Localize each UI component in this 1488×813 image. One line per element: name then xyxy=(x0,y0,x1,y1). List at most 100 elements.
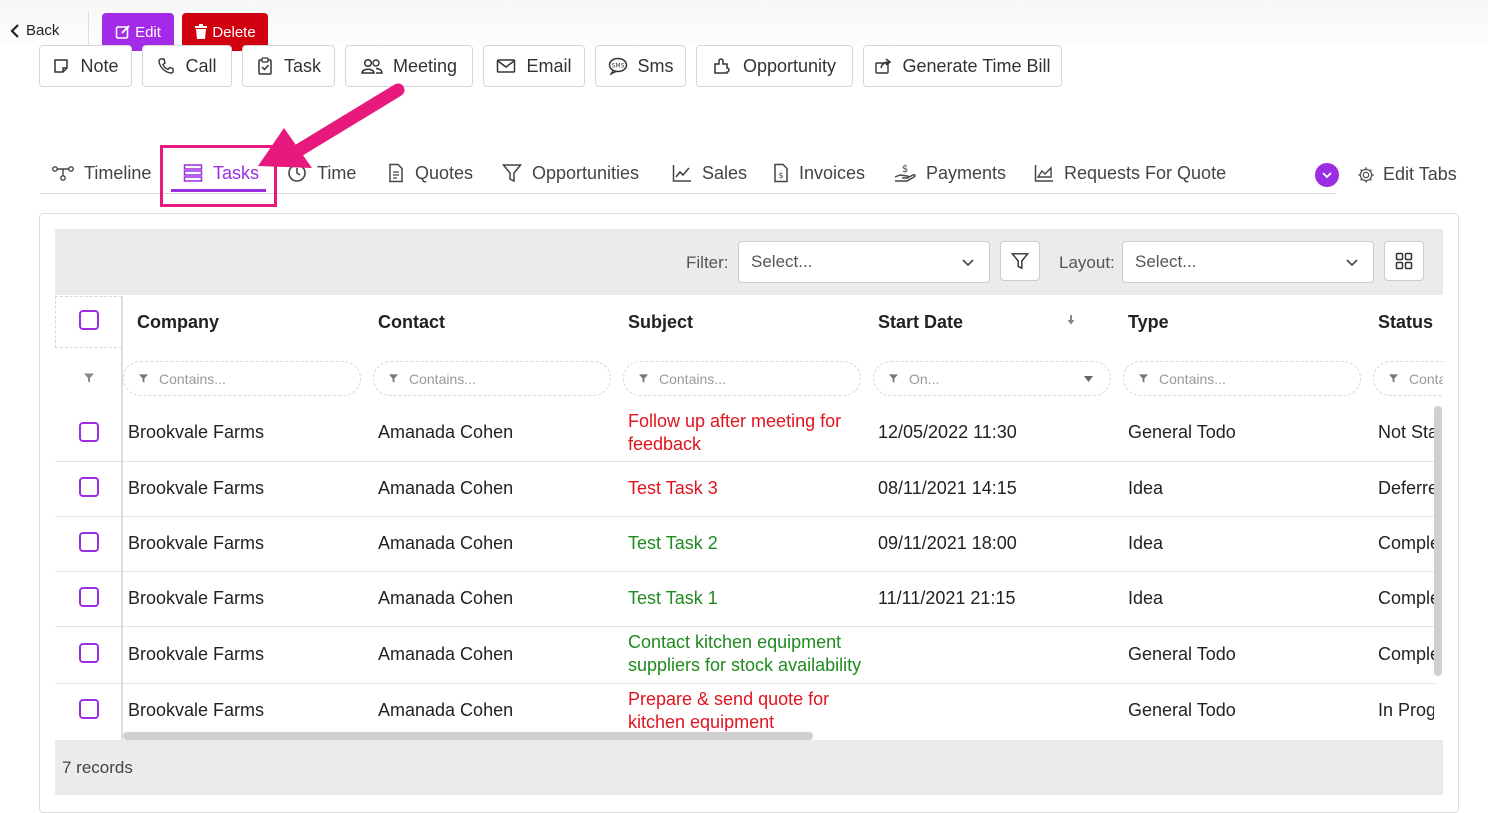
sms-bubble-icon: SMS xyxy=(608,57,627,75)
grid-icon xyxy=(1395,252,1413,270)
cell-type: Idea xyxy=(1128,588,1164,608)
row-divider xyxy=(55,461,1435,462)
share-icon xyxy=(875,58,892,74)
filter-start-date[interactable]: On... xyxy=(873,361,1111,396)
filter-button[interactable] xyxy=(1000,241,1040,281)
cell-subject[interactable]: Test Task 2 xyxy=(628,532,868,555)
edit-tabs-button[interactable]: Edit Tabs xyxy=(1357,164,1457,185)
chevron-down-icon xyxy=(962,259,974,267)
cell-subject[interactable]: Prepare & send quote for kitchen equipme… xyxy=(628,688,868,731)
cell-contact: Amanada Cohen xyxy=(378,588,514,608)
filter-company[interactable]: Contains... xyxy=(123,361,361,396)
tab-opportunities[interactable]: Opportunities xyxy=(502,160,639,186)
tab-payments[interactable]: $ Payments xyxy=(894,160,1006,186)
filter-contact[interactable]: Contains... xyxy=(373,361,611,396)
back-button[interactable]: Back xyxy=(10,22,59,39)
filter-subject[interactable]: Contains... xyxy=(623,361,861,396)
more-tabs-button[interactable] xyxy=(1315,163,1339,187)
filter-type-placeholder: Contains... xyxy=(1159,370,1226,387)
cell-type: General Todo xyxy=(1128,700,1236,720)
cell-subject[interactable]: Test Task 1 xyxy=(628,587,868,610)
filter-status-placeholder: Contains... xyxy=(1409,370,1443,387)
document-icon xyxy=(389,163,403,183)
sms-button[interactable]: SMS Sms xyxy=(595,45,686,87)
row-checkbox[interactable] xyxy=(79,532,99,552)
table-row[interactable]: Brookvale Farms Amanada Cohen Prepare & … xyxy=(55,684,1435,731)
invoice-icon: $ xyxy=(774,163,788,183)
cell-subject[interactable]: Contact kitchen equipment suppliers for … xyxy=(628,631,868,677)
column-header-type[interactable]: Type xyxy=(1128,312,1169,333)
filter-select-value: Select... xyxy=(751,252,813,271)
column-header-status[interactable]: Status xyxy=(1378,312,1433,333)
funnel-icon xyxy=(888,374,899,383)
filter-contact-placeholder: Contains... xyxy=(409,370,476,387)
task-label: Task xyxy=(283,55,321,76)
tab-invoices[interactable]: $ Invoices xyxy=(773,160,865,186)
cell-subject[interactable]: Follow up after meeting for feedback xyxy=(628,410,868,456)
column-header-start-date[interactable]: Start Date xyxy=(878,312,963,333)
tab-requests-for-quote[interactable]: Requests For Quote xyxy=(1034,160,1226,186)
hand-dollar-icon: $ xyxy=(894,164,916,182)
call-button[interactable]: Call xyxy=(142,45,232,87)
row-checkbox[interactable] xyxy=(79,643,99,663)
tab-requests-for-quote-label: Requests For Quote xyxy=(1064,162,1227,183)
filter-select[interactable]: Select... xyxy=(738,241,990,283)
cell-start-date: 09/11/2021 18:00 xyxy=(878,533,1017,553)
opportunity-button[interactable]: Opportunity xyxy=(696,45,853,87)
grid-footer: 7 records xyxy=(55,740,1443,795)
caret-down-icon xyxy=(1084,376,1093,382)
meeting-button[interactable]: Meeting xyxy=(345,45,473,87)
cell-type: Idea xyxy=(1128,533,1164,553)
cell-contact: Amanada Cohen xyxy=(378,644,514,664)
edit-icon xyxy=(115,25,130,39)
note-icon xyxy=(54,59,69,73)
tab-time[interactable]: Time xyxy=(287,160,356,186)
tasks-tab-highlight xyxy=(160,145,277,207)
task-button[interactable]: Task xyxy=(242,45,335,87)
puzzle-icon xyxy=(714,58,730,74)
funnel-icon xyxy=(138,374,149,383)
horizontal-scrollbar[interactable] xyxy=(123,732,813,740)
cell-subject[interactable]: Test Task 3 xyxy=(628,477,868,500)
chevron-down-icon xyxy=(1346,259,1358,267)
gear-icon xyxy=(1358,166,1374,183)
email-button[interactable]: Email xyxy=(483,45,585,87)
layout-select[interactable]: Select... xyxy=(1122,241,1374,283)
row-checkbox[interactable] xyxy=(79,422,99,442)
row-checkbox[interactable] xyxy=(79,699,99,719)
email-label: Email xyxy=(526,55,572,76)
chevron-down-icon xyxy=(1322,172,1332,179)
generate-time-bill-button[interactable]: Generate Time Bill xyxy=(863,45,1062,87)
row-checkbox[interactable] xyxy=(79,587,99,607)
column-header-company[interactable]: Company xyxy=(137,312,219,333)
generate-time-bill-label: Generate Time Bill xyxy=(902,55,1051,76)
tab-sales[interactable]: Sales xyxy=(672,160,747,186)
filter-status[interactable]: Contains... xyxy=(1373,361,1443,396)
sort-down-icon[interactable] xyxy=(1066,314,1076,326)
tab-quotes[interactable]: Quotes xyxy=(387,160,473,186)
meeting-label: Meeting xyxy=(392,55,458,76)
call-label: Call xyxy=(185,55,217,76)
filter-status-clip: Contains... xyxy=(1373,361,1443,396)
column-header-subject[interactable]: Subject xyxy=(628,312,693,333)
row-divider xyxy=(55,516,1435,517)
row-checkbox[interactable] xyxy=(79,477,99,497)
filter-type[interactable]: Contains... xyxy=(1123,361,1361,396)
select-all-checkbox[interactable] xyxy=(79,310,99,330)
tab-time-label: Time xyxy=(317,162,357,183)
cell-contact: Amanada Cohen xyxy=(378,700,514,720)
filter-label: Filter: xyxy=(686,253,729,272)
column-header-contact[interactable]: Contact xyxy=(378,312,445,333)
phone-icon xyxy=(158,58,175,74)
tab-timeline[interactable]: Timeline xyxy=(52,160,151,186)
back-label: Back xyxy=(26,22,60,39)
layout-grid-button[interactable] xyxy=(1384,241,1424,281)
cell-status: In Progress xyxy=(1378,700,1434,720)
tab-opportunities-label: Opportunities xyxy=(532,162,640,183)
note-button[interactable]: Note xyxy=(39,45,132,87)
cell-contact: Amanada Cohen xyxy=(378,478,514,498)
cell-company: Brookvale Farms xyxy=(128,700,265,720)
records-count: 7 records xyxy=(62,757,133,777)
vertical-scrollbar[interactable] xyxy=(1434,406,1442,676)
funnel-icon xyxy=(1388,374,1399,383)
